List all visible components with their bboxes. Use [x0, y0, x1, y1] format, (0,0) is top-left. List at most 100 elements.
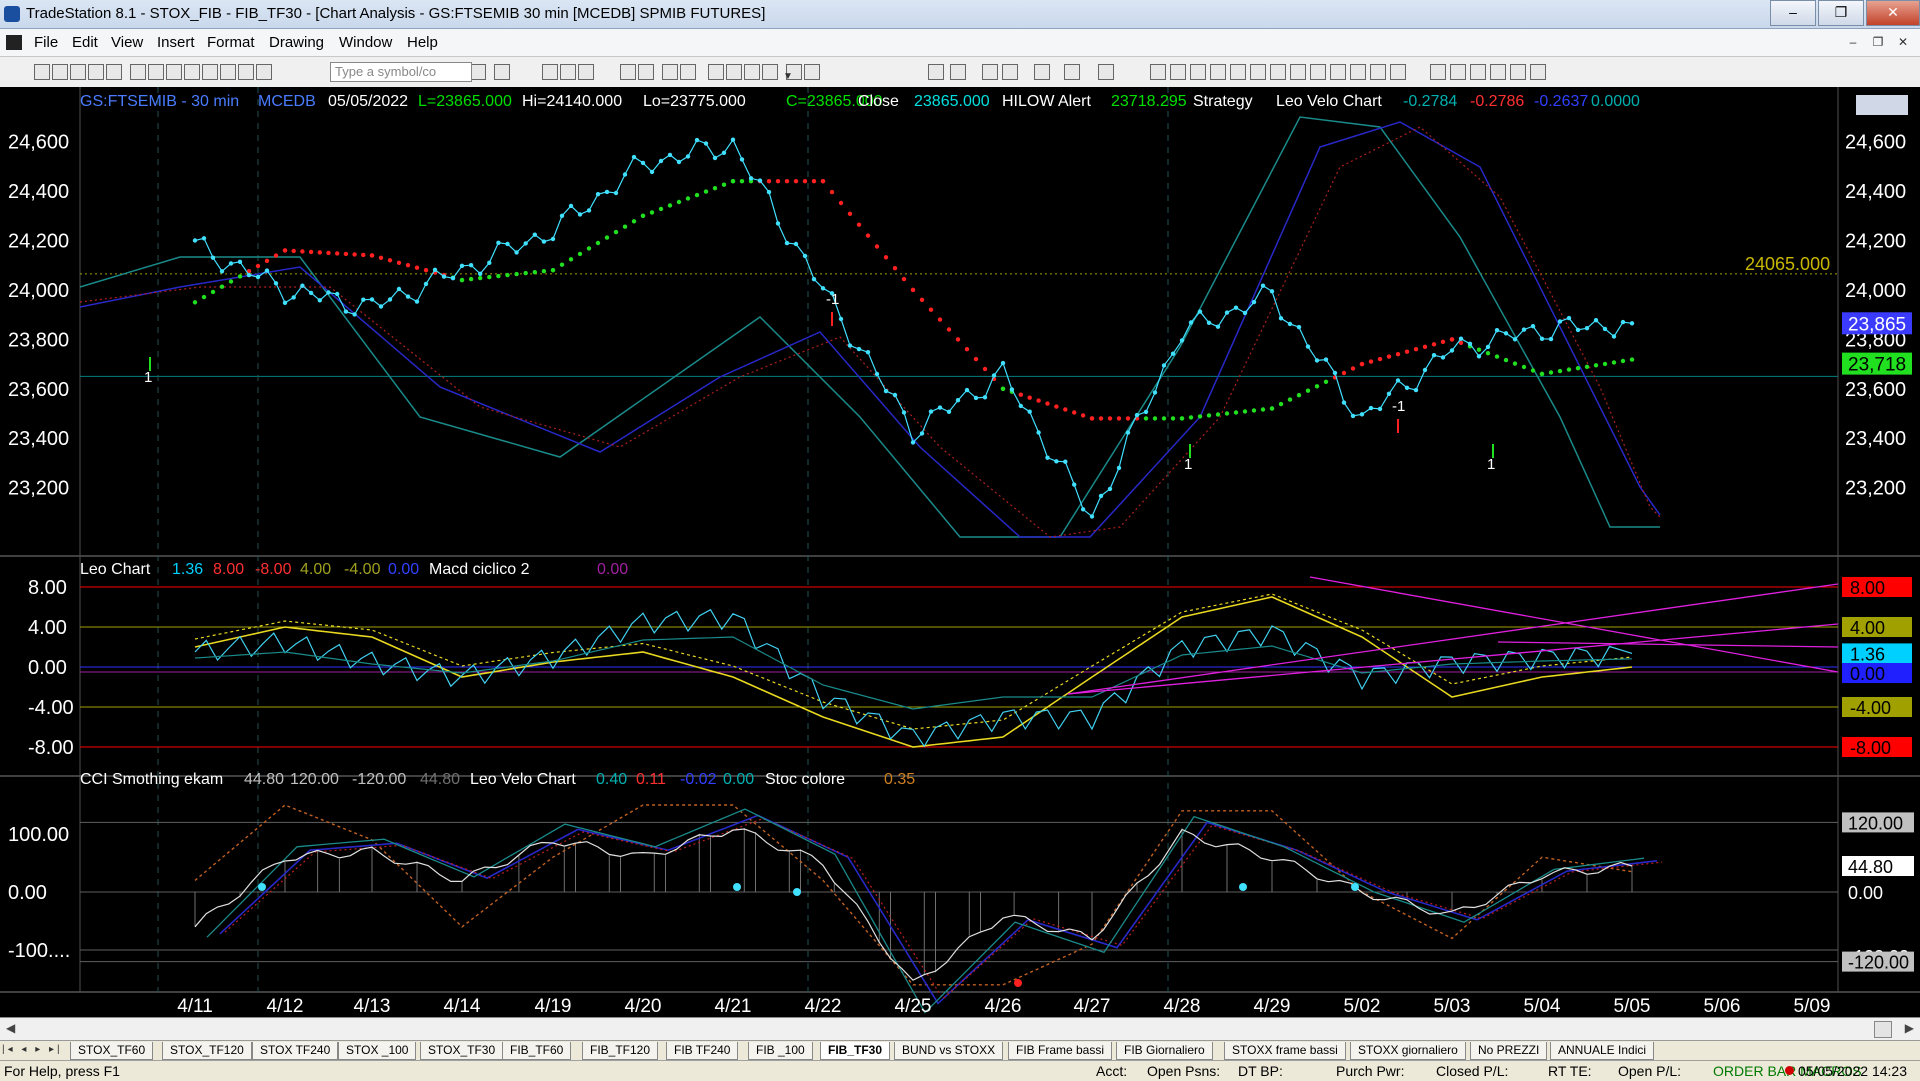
copy-icon[interactable]	[184, 64, 200, 80]
indicator-icon[interactable]	[680, 64, 696, 80]
data-icon[interactable]	[744, 64, 760, 80]
pencil-icon[interactable]	[1390, 64, 1406, 80]
hilow-alert-dot	[1080, 413, 1086, 418]
export-icon[interactable]	[1064, 64, 1080, 80]
cut-icon[interactable]	[166, 64, 182, 80]
vertical-line-icon[interactable]	[1190, 64, 1206, 80]
tab-stox-tf60[interactable]: STOX_TF60	[70, 1042, 154, 1060]
hilow-alert-dot	[973, 356, 979, 362]
print-icon[interactable]	[130, 64, 146, 80]
new-icon[interactable]	[34, 64, 50, 80]
rectangle-icon[interactable]	[1510, 64, 1526, 80]
volume-icon[interactable]	[762, 64, 778, 80]
tab-stox-tf30[interactable]: STOX_TF30	[420, 1042, 504, 1060]
tab-stoxx-giornaliero[interactable]: STOXX giornaliero	[1350, 1042, 1466, 1060]
trendline-icon[interactable]	[1150, 64, 1166, 80]
chart-analysis-window[interactable]: GS:FTSEMIB - 30 min MCEDB 05/05/2022 L=2386…	[0, 87, 1920, 1017]
horizontal-line-icon[interactable]	[1170, 64, 1186, 80]
minimize-button[interactable]: ‒	[1770, 0, 1816, 26]
freehand-icon[interactable]	[1430, 64, 1446, 80]
menu-window[interactable]: Window	[339, 34, 392, 51]
fibonacci-icon[interactable]	[1210, 64, 1226, 80]
drawing-icon[interactable]	[726, 64, 742, 80]
arrow-down-icon[interactable]	[1450, 64, 1466, 80]
tab-stox-tf240[interactable]: STOX TF240	[252, 1042, 339, 1060]
menu-file[interactable]: File	[34, 34, 58, 51]
chart-window-icon[interactable]	[6, 35, 22, 50]
mdi-close-button[interactable]: ✕	[1892, 33, 1914, 51]
go-icon[interactable]	[470, 64, 486, 80]
scroll-right-icon[interactable]: ▶	[1905, 1021, 1914, 1035]
close-price-point	[1063, 459, 1068, 464]
text-icon[interactable]	[1530, 64, 1546, 80]
tab-fib-frame-bassi[interactable]: FIB Frame bassi	[1008, 1042, 1113, 1060]
tab-fib-tf240[interactable]: FIB TF240	[666, 1042, 739, 1060]
tab-stox-100[interactable]: STOX _100	[338, 1042, 417, 1060]
maximize-button[interactable]: ❐	[1818, 0, 1864, 26]
channel-icon[interactable]	[1230, 64, 1246, 80]
lock-icon[interactable]	[220, 64, 236, 80]
chart-canvas[interactable]: GS:FTSEMIB - 30 min MCEDB 05/05/2022 L=2386…	[0, 87, 1920, 1017]
tools-icon[interactable]	[1034, 64, 1050, 80]
stoc-marker-dot	[1014, 979, 1022, 987]
alert-icon[interactable]	[1098, 64, 1114, 80]
tab-no-prezzi[interactable]: No PREZZI	[1470, 1042, 1548, 1060]
tab-stox-tf120[interactable]: STOX_TF120	[162, 1042, 252, 1060]
window-icon[interactable]	[256, 64, 272, 80]
arrow-left-right-icon[interactable]	[1330, 64, 1346, 80]
mdi-minimize-button[interactable]: ‒	[1842, 33, 1864, 51]
chevron-down-icon[interactable]: ▼	[783, 68, 793, 86]
price-header-item: Lo=23775.000	[643, 93, 746, 110]
cycle-icon[interactable]	[1350, 64, 1366, 80]
line-icon[interactable]	[662, 64, 678, 80]
tab-annuale-indici[interactable]: ANNUALE Indici	[1550, 1042, 1655, 1060]
format-icon[interactable]	[238, 64, 254, 80]
hilow-alert-dot	[335, 251, 340, 256]
chart-scrollbar[interactable]: ◀ ▶	[0, 1017, 1920, 1041]
tab-bund-vs-stoxx[interactable]: BUND vs STOXX	[894, 1042, 1004, 1060]
arrow-up-icon[interactable]	[1470, 64, 1486, 80]
menu-help[interactable]: Help	[407, 34, 438, 51]
paste-icon[interactable]	[202, 64, 218, 80]
tab-fib-tf60[interactable]: FIB_TF60	[502, 1042, 572, 1060]
menu-edit[interactable]: Edit	[72, 34, 98, 51]
chart-analysis-icon[interactable]	[542, 64, 558, 80]
regression-icon[interactable]	[1310, 64, 1326, 80]
grid-icon[interactable]	[578, 64, 594, 80]
symbol-lookup-icon[interactable]	[494, 64, 510, 80]
gann-icon[interactable]	[1250, 64, 1266, 80]
zoom-in-icon[interactable]	[928, 64, 944, 80]
strategy-icon[interactable]	[708, 64, 724, 80]
menu-insert[interactable]: Insert	[157, 34, 195, 51]
andrews-icon[interactable]	[1270, 64, 1286, 80]
pointer-icon[interactable]	[982, 64, 998, 80]
tab-fib-tf30[interactable]: FIB_TF30	[820, 1042, 891, 1060]
cursor-icon[interactable]	[1002, 64, 1018, 80]
speedline-icon[interactable]	[1290, 64, 1306, 80]
tab-fib-tf120[interactable]: FIB_TF120	[582, 1042, 659, 1060]
scroll-left-icon[interactable]: ◀	[6, 1021, 15, 1035]
folder-icon[interactable]	[106, 64, 122, 80]
save-all-icon[interactable]	[88, 64, 104, 80]
scroll-icon[interactable]	[804, 64, 820, 80]
zoom-out-icon[interactable]	[950, 64, 966, 80]
ellipse-icon[interactable]	[1490, 64, 1506, 80]
tab-nav-icons[interactable]: |◂ ◂ ▸ ▸|	[2, 1044, 63, 1055]
mdi-restore-button[interactable]: ❐	[1867, 33, 1889, 51]
menu-drawing[interactable]: Drawing	[269, 34, 324, 51]
tab-stoxx-frame-bassi[interactable]: STOXX frame bassi	[1224, 1042, 1346, 1060]
scroll-thumb[interactable]	[1874, 1021, 1892, 1038]
bar-chart-icon[interactable]	[620, 64, 636, 80]
save-icon[interactable]	[70, 64, 86, 80]
candle-icon[interactable]	[638, 64, 654, 80]
menu-view[interactable]: View	[111, 34, 143, 51]
print-preview-icon[interactable]	[148, 64, 164, 80]
open-icon[interactable]	[52, 64, 68, 80]
radar-icon[interactable]	[560, 64, 576, 80]
tab-fib-100[interactable]: FIB _100	[748, 1042, 813, 1060]
tab-fib-giornaliero[interactable]: FIB Giornaliero	[1116, 1042, 1213, 1060]
close-button[interactable]: ✕	[1866, 0, 1920, 26]
symbol-input[interactable]: Type a symbol/co ▼	[330, 62, 793, 82]
arc-icon[interactable]	[1370, 64, 1386, 80]
menu-format[interactable]: Format	[207, 34, 255, 51]
